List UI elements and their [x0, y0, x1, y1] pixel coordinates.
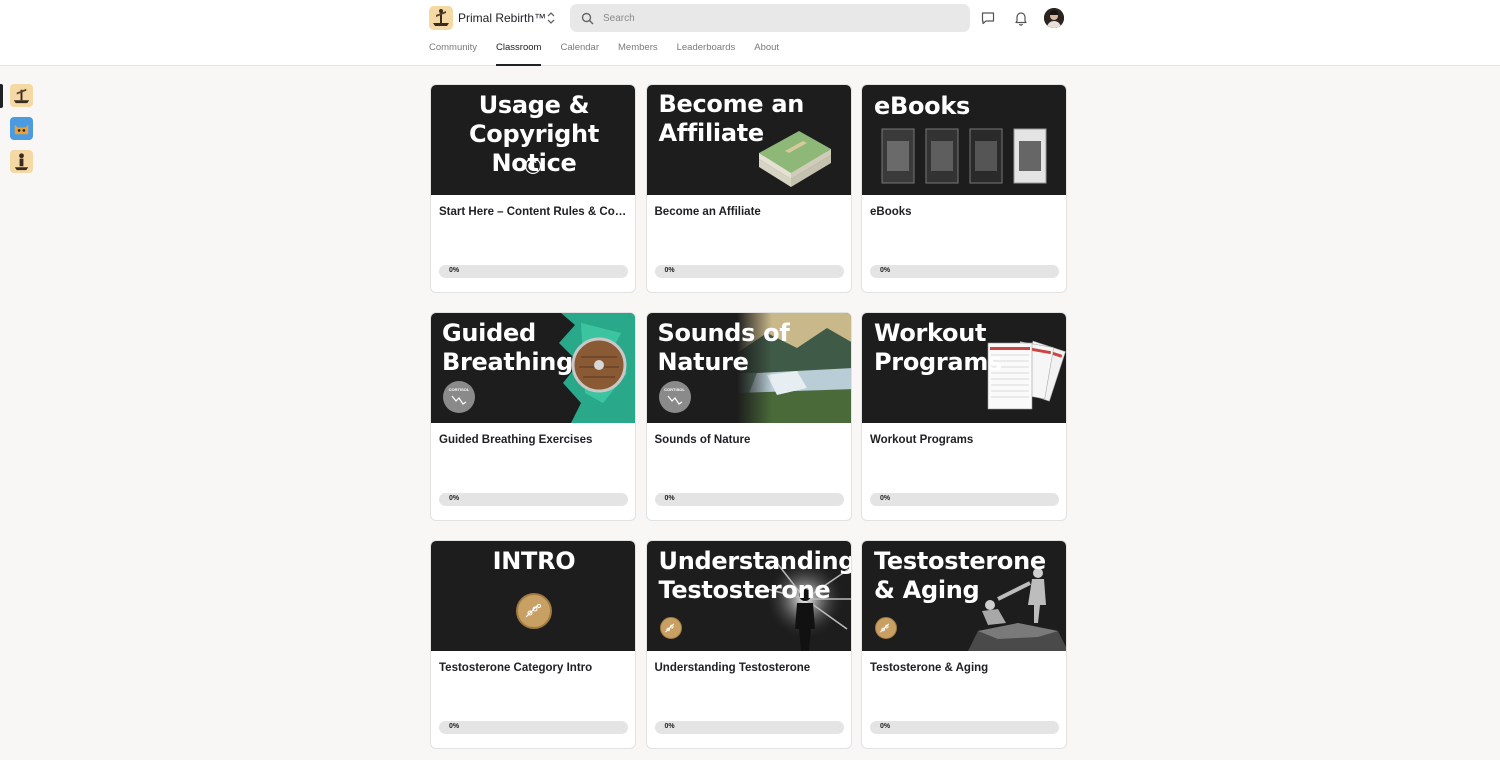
progress-bar: 0% [439, 493, 628, 506]
course-thumbnail: Usage & Copyright Notice © [431, 85, 635, 195]
tab-calendar[interactable]: Calendar [560, 41, 599, 66]
chevron-updown-icon[interactable] [545, 11, 557, 25]
course-title: Testosterone Category Intro [439, 662, 593, 674]
bell-icon[interactable] [1012, 9, 1030, 27]
money-stack-icon [758, 131, 831, 187]
course-thumbnail: Workout Programs [862, 313, 1066, 423]
course-card[interactable]: Sounds of Nature CORTISOL Sounds of Natu… [645, 312, 852, 521]
community-logo[interactable] [429, 6, 453, 30]
tab-community[interactable]: Community [429, 41, 477, 66]
tab-members[interactable]: Members [618, 41, 658, 66]
rail-active-indicator [0, 84, 3, 108]
progress-label: 0% [664, 495, 675, 502]
tab-classroom[interactable]: Classroom [496, 41, 542, 66]
rail-community-cat[interactable] [10, 117, 33, 140]
course-title: Guided Breathing Exercises [439, 434, 593, 446]
course-card[interactable]: Usage & Copyright Notice © Start Here – … [430, 84, 636, 293]
thumbnail-title: Workout Programs [874, 319, 1003, 376]
rail-community-primal-rebirth[interactable] [10, 84, 33, 107]
badge-label: CORTISOL [448, 387, 470, 392]
course-grid: Usage & Copyright Notice © Start Here – … [430, 84, 1067, 749]
course-thumbnail: Sounds of Nature CORTISOL [646, 313, 851, 423]
testosterone-coin-icon [659, 617, 682, 639]
course-title: eBooks [870, 206, 912, 218]
course-card[interactable]: Become an Affiliate Become an Affiliate … [645, 84, 852, 293]
course-thumbnail: eBooks [862, 85, 1066, 195]
search-bar[interactable] [570, 4, 970, 32]
course-thumbnail: Guided Breathing CORTISOL [431, 313, 635, 423]
progress-bar: 0% [654, 721, 844, 734]
progress-label: 0% [449, 723, 460, 730]
community-brand[interactable]: Primal Rebirth™ [429, 6, 546, 30]
progress-bar: 0% [654, 493, 844, 506]
progress-bar: 0% [870, 265, 1059, 278]
cortisol-badge: CORTISOL [443, 381, 475, 413]
course-title: Sounds of Nature [654, 434, 751, 446]
testosterone-coin-icon [516, 593, 552, 629]
course-title: Testosterone & Aging [870, 662, 989, 674]
thumbnail-title: Understanding Testosterone [658, 547, 851, 604]
progress-label: 0% [664, 267, 675, 274]
user-avatar[interactable] [1044, 8, 1064, 28]
progress-bar: 0% [654, 265, 844, 278]
ebook-covers-icon [881, 128, 1047, 184]
progress-label: 0% [880, 495, 891, 502]
progress-bar: 0% [870, 493, 1059, 506]
course-thumbnail: Understanding Testosterone [646, 541, 851, 651]
rail-community-figure[interactable] [10, 150, 33, 173]
progress-label: 0% [449, 495, 460, 502]
course-thumbnail: INTRO [431, 541, 635, 651]
course-title: Understanding Testosterone [654, 662, 811, 674]
thumbnail-title: Sounds of Nature [657, 319, 790, 376]
tab-about[interactable]: About [754, 41, 779, 66]
course-title: Become an Affiliate [654, 206, 761, 218]
tab-leaderboards[interactable]: Leaderboards [677, 41, 736, 66]
copyright-icon: © [522, 155, 544, 180]
course-card[interactable]: Testosterone & Aging Testosterone & Agin… [861, 540, 1067, 749]
course-card[interactable]: Understanding Testosterone Understanding… [645, 540, 852, 749]
community-name[interactable]: Primal Rebirth™ [458, 11, 546, 25]
thumbnail-title: INTRO [492, 547, 576, 575]
search-input[interactable] [603, 12, 943, 24]
course-card[interactable]: Guided Breathing CORTISOL Guided Breathi… [430, 312, 636, 521]
progress-label: 0% [449, 267, 460, 274]
top-header: Primal Rebirth™ Community Classroom Cale… [0, 0, 1500, 66]
progress-label: 0% [664, 723, 675, 730]
progress-bar: 0% [870, 721, 1059, 734]
nav-tabs: Community Classroom Calendar Members Lea… [429, 41, 798, 66]
thumbnail-title: Testosterone & Aging [874, 547, 1046, 604]
progress-bar: 0% [439, 721, 628, 734]
course-title: Start Here – Content Rules & Cop... [439, 206, 627, 218]
thumbnail-title: eBooks [874, 92, 970, 120]
testosterone-coin-icon [875, 617, 897, 639]
course-card[interactable]: INTRO Testosterone Category Intro 0% [430, 540, 636, 749]
course-thumbnail: Testosterone & Aging [862, 541, 1066, 651]
thumbnail-title: Guided Breathing [442, 319, 573, 376]
course-card[interactable]: Workout Programs Workout Programs 0% [861, 312, 1067, 521]
progress-bar: 0% [439, 265, 628, 278]
search-icon [581, 12, 594, 25]
course-card[interactable]: eBooks eBooks 0% [861, 84, 1067, 293]
shield-icon [571, 337, 627, 393]
progress-label: 0% [880, 723, 891, 730]
course-title: Workout Programs [870, 434, 974, 446]
course-thumbnail: Become an Affiliate [646, 85, 851, 195]
progress-label: 0% [880, 267, 891, 274]
cortisol-badge: CORTISOL [658, 381, 691, 413]
chat-icon[interactable] [979, 9, 997, 27]
badge-label: CORTISOL [664, 387, 685, 392]
